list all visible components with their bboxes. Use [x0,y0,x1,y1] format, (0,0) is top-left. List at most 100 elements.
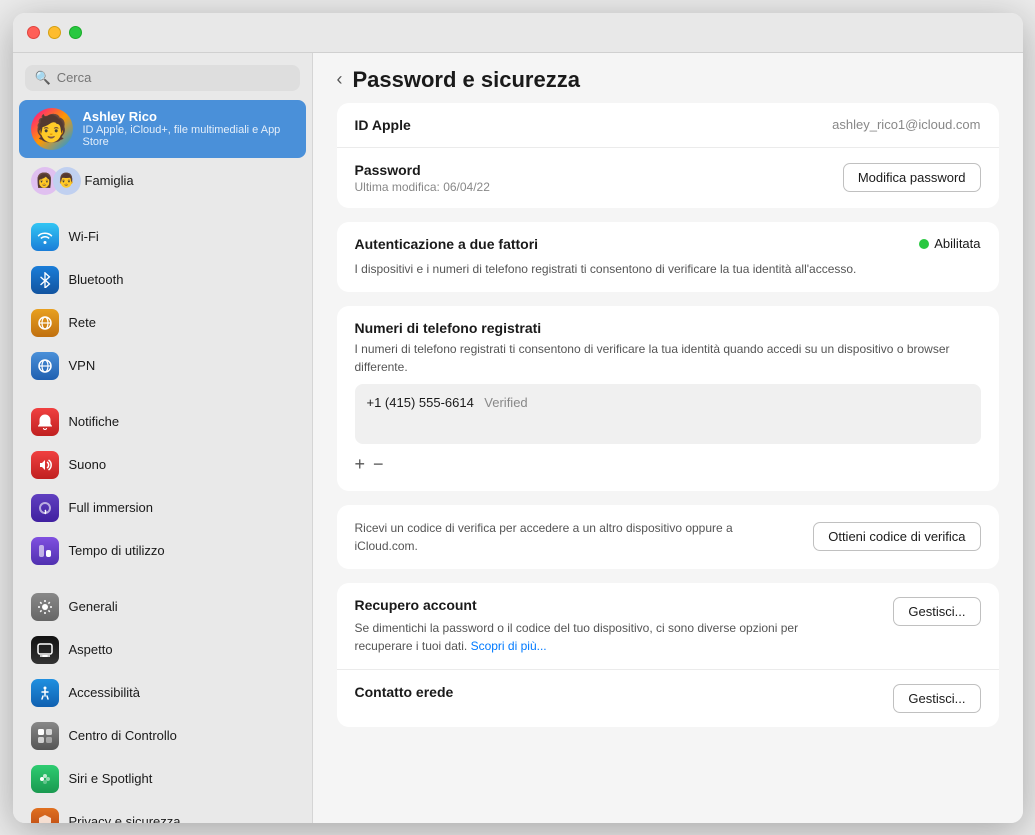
avatar-emoji: 🧑 [35,113,67,144]
user-text: Ashley Rico ID Apple, iCloud+, file mult… [83,109,294,148]
contatto-erede-row: Contatto erede Gestisci... [337,669,999,727]
sidebar-item-rete[interactable]: Rete [19,302,306,344]
sidebar-item-privacy[interactable]: Privacy e sicurezza [19,801,306,823]
phone-number: +1 (415) 555-6614 [367,395,474,410]
generali-icon [31,593,59,621]
recovery-row: Recupero account Se dimentichi la passwo… [337,583,999,669]
titlebar [13,13,1023,53]
famiglia-avatar-2: 👨 [53,167,81,195]
phone-list-area: +1 (415) 555-6614 Verified [355,384,981,444]
modifica-password-button[interactable]: Modifica password [843,163,981,192]
vpn-icon [31,352,59,380]
sidebar-item-label-accessibilita: Accessibilità [69,685,141,700]
suono-icon [31,451,59,479]
twofactor-title: Autenticazione a due fattori [355,236,539,252]
sidebar-group-network: Wi-Fi Bluetooth [13,215,312,388]
sidebar-item-tempoutilizzo[interactable]: Tempo di utilizzo [19,530,306,572]
verify-code-card: Ricevi un codice di verifica per acceder… [337,505,999,569]
password-row-left: Password Ultima modifica: 06/04/22 [355,162,490,194]
centrocontrollo-icon [31,722,59,750]
sidebar-item-label-fullimmersion: Full immersion [69,500,154,515]
apple-id-value: ashley_rico1@icloud.com [832,117,980,132]
sidebar-item-label-bluetooth: Bluetooth [69,272,124,287]
phone-actions: + − [337,444,999,491]
main-content: 🔍 🧑 Ashley Rico ID Apple, iCloud+, file … [13,53,1023,823]
minimize-button[interactable] [48,26,61,39]
search-input[interactable] [57,70,290,85]
wifi-icon [31,223,59,251]
focus-icon [31,494,59,522]
enabled-label: Abilitata [934,236,980,251]
sidebar-item-wifi[interactable]: Wi-Fi [19,216,306,258]
sidebar-item-label-tempoutilizzo: Tempo di utilizzo [69,543,165,558]
sidebar-item-notifiche[interactable]: Notifiche [19,401,306,443]
sidebar-item-famiglia[interactable]: 👩 👨 Famiglia [19,160,306,202]
content-scroll: ID Apple ashley_rico1@icloud.com Passwor… [313,103,1023,751]
sidebar-item-accessibilita[interactable]: Accessibilità [19,672,306,714]
recovery-title: Recupero account [355,597,855,613]
password-row: Password Ultima modifica: 06/04/22 Modif… [337,147,999,208]
enabled-dot [919,239,929,249]
apple-id-row: ID Apple ashley_rico1@icloud.com [337,103,999,147]
accessibilita-icon [31,679,59,707]
sidebar-item-label-rete: Rete [69,315,96,330]
sidebar-group-notifications: Notifiche Suono [13,400,312,573]
sidebar-item-user[interactable]: 🧑 Ashley Rico ID Apple, iCloud+, file mu… [19,100,306,158]
sidebar-item-fullimmersion[interactable]: Full immersion [19,487,306,529]
recovery-description: Se dimentichi la password o il codice de… [355,619,855,655]
avatar: 🧑 [31,108,73,150]
sidebar: 🔍 🧑 Ashley Rico ID Apple, iCloud+, file … [13,53,313,823]
gestisci-contatto-button[interactable]: Gestisci... [893,684,980,713]
phone-card-title: Numeri di telefono registrati [355,320,981,336]
gestisci-recovery-button[interactable]: Gestisci... [893,597,980,626]
password-label: Password [355,162,490,178]
sidebar-item-centrocontrollo[interactable]: Centro di Controllo [19,715,306,757]
user-name: Ashley Rico [83,109,294,124]
sidebar-item-siri[interactable]: Siri e Spotlight [19,758,306,800]
contatto-row-left: Contatto erede [355,684,454,704]
page-title: Password e sicurezza [353,67,580,93]
apple-id-label: ID Apple [355,117,411,133]
phone-numbers-card: Numeri di telefono registrati I numeri d… [337,306,999,491]
siri-icon [31,765,59,793]
ottieni-codice-button[interactable]: Ottieni codice di verifica [813,522,980,551]
twofactor-top: Autenticazione a due fattori Abilitata [355,236,981,252]
user-sublabel: ID Apple, iCloud+, file multimediali e A… [83,124,294,148]
phone-card-header: Numeri di telefono registrati I numeri d… [337,306,999,384]
password-sublabel: Ultima modifica: 06/04/22 [355,180,490,194]
sidebar-item-label-vpn: VPN [69,358,96,373]
sidebar-item-label-privacy: Privacy e sicurezza [69,814,181,823]
sidebar-item-aspetto[interactable]: Aspetto [19,629,306,671]
sidebar-item-vpn[interactable]: VPN [19,345,306,387]
remove-phone-button[interactable]: − [373,452,392,477]
verify-description: Ricevi un codice di verifica per acceder… [355,519,735,555]
search-icon: 🔍 [35,70,51,86]
sidebar-item-label-wifi: Wi-Fi [69,229,99,244]
twofactor-description: I dispositivi e i numeri di telefono reg… [355,260,981,278]
sidebar-item-label-aspetto: Aspetto [69,642,113,657]
main-window: 🔍 🧑 Ashley Rico ID Apple, iCloud+, file … [13,13,1023,823]
scopri-di-piu-link[interactable]: Scopri di più... [471,639,547,653]
back-button[interactable]: ‹ [337,69,343,90]
content-area: ‹ Password e sicurezza ID Apple ashley_r… [313,53,1023,823]
sidebar-item-label-siri: Siri e Spotlight [69,771,153,786]
aspetto-icon [31,636,59,664]
close-button[interactable] [27,26,40,39]
sidebar-item-label-notifiche: Notifiche [69,414,120,429]
bluetooth-icon [31,266,59,294]
search-bar[interactable]: 🔍 [25,65,300,91]
enabled-badge: Abilitata [919,236,980,251]
sidebar-item-suono[interactable]: Suono [19,444,306,486]
maximize-button[interactable] [69,26,82,39]
sidebar-item-generali[interactable]: Generali [19,586,306,628]
add-phone-button[interactable]: + [355,452,374,477]
notifiche-icon [31,408,59,436]
contatto-erede-title: Contatto erede [355,684,454,700]
twofactor-card: Autenticazione a due fattori Abilitata I… [337,222,999,292]
sidebar-item-label-famiglia: Famiglia [85,173,134,188]
sidebar-item-bluetooth[interactable]: Bluetooth [19,259,306,301]
recovery-contatto-card: Recupero account Se dimentichi la passwo… [337,583,999,727]
privacy-icon [31,808,59,823]
apple-id-password-card: ID Apple ashley_rico1@icloud.com Passwor… [337,103,999,208]
phone-card-description: I numeri di telefono registrati ti conse… [355,340,981,376]
